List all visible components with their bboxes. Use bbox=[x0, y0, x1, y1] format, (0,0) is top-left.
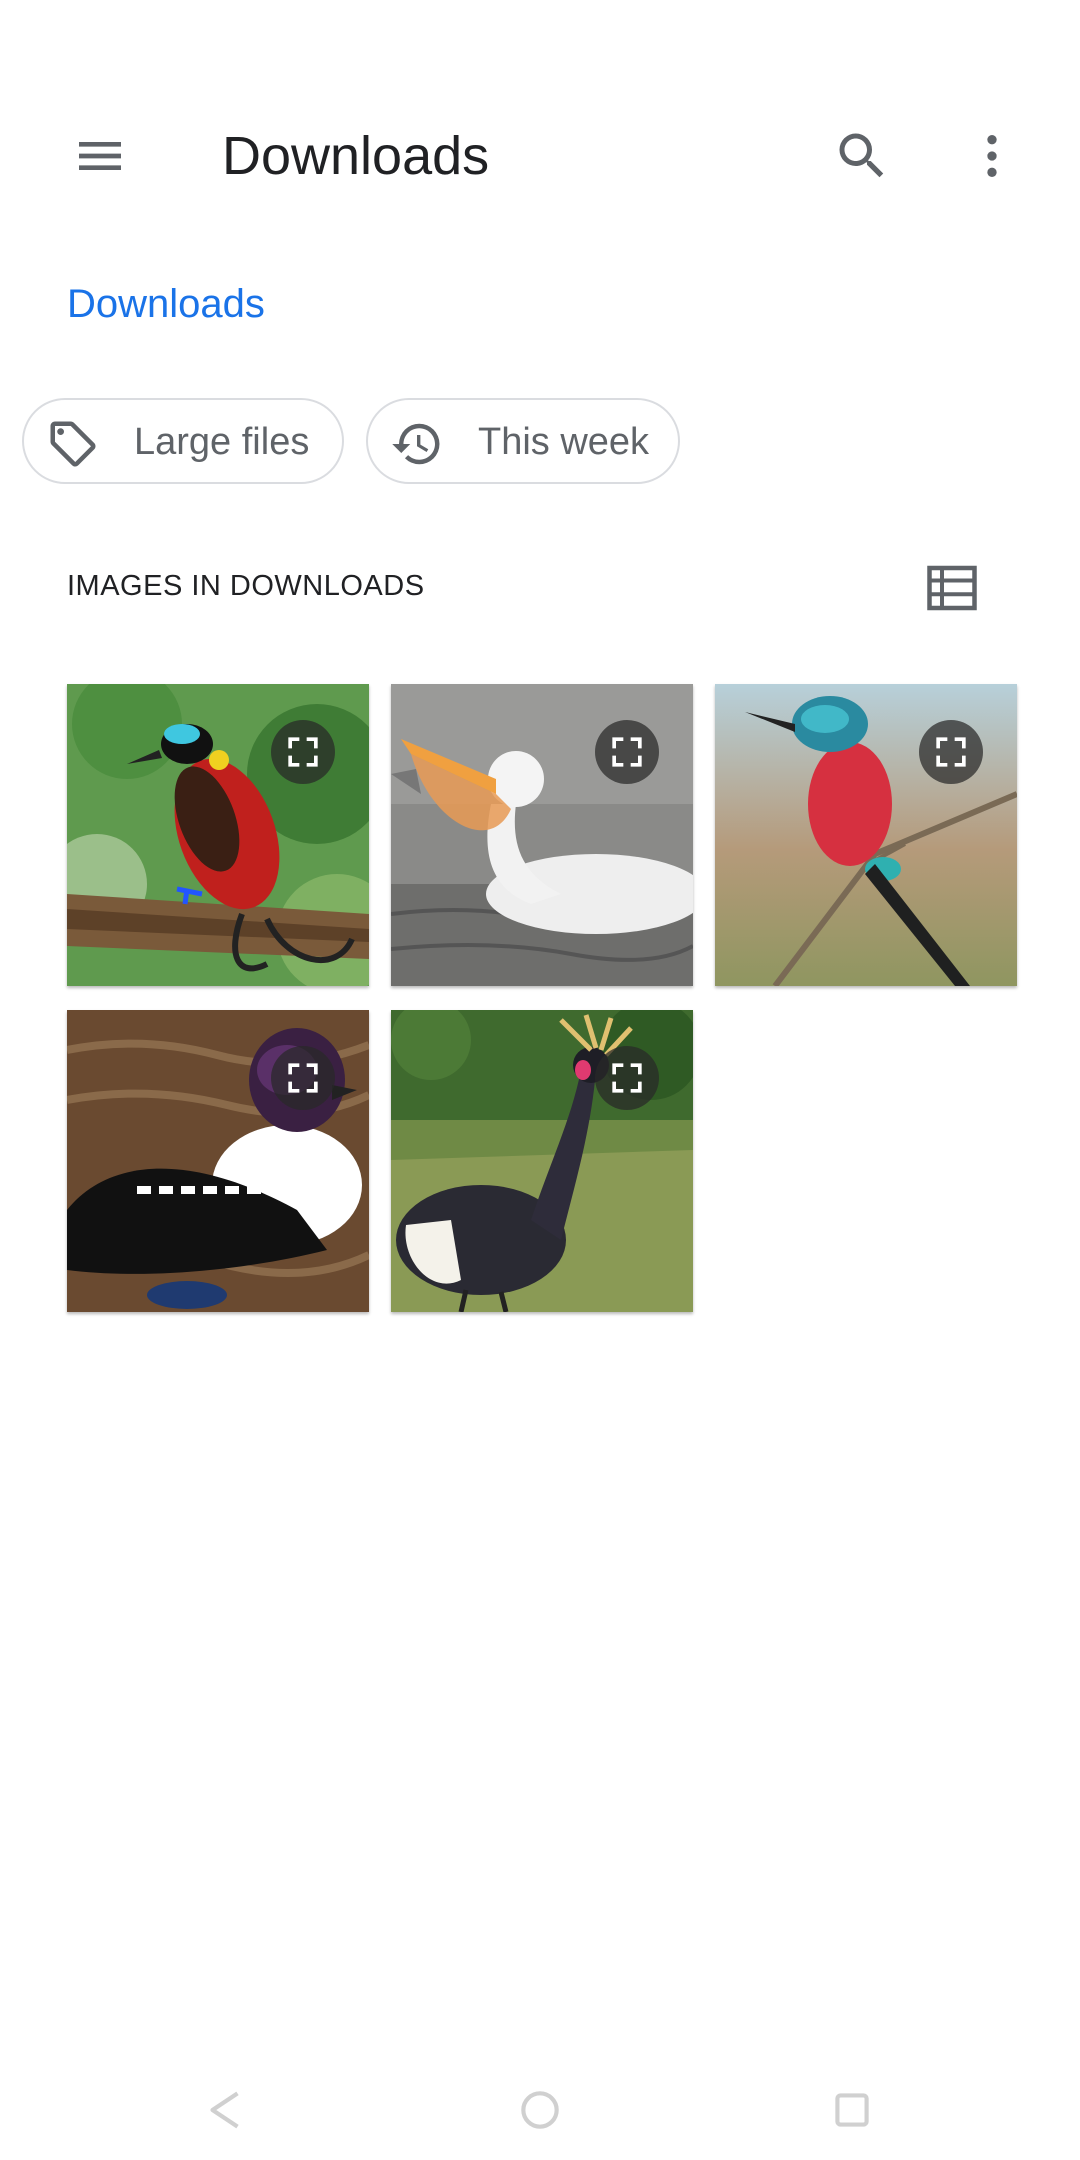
expand-icon bbox=[288, 737, 318, 767]
top-app-bar: Downloads bbox=[0, 100, 1080, 212]
image-thumbnail[interactable] bbox=[715, 684, 1017, 986]
page-title: Downloads bbox=[222, 126, 490, 186]
image-thumbnail[interactable] bbox=[67, 684, 369, 986]
view-toggle-button[interactable] bbox=[912, 548, 992, 628]
system-nav-bar bbox=[0, 2060, 1080, 2160]
more-options-button[interactable] bbox=[936, 100, 1048, 212]
tag-icon bbox=[50, 421, 96, 467]
back-button[interactable] bbox=[165, 2060, 285, 2160]
list-view-icon bbox=[927, 565, 977, 611]
history-icon bbox=[392, 423, 440, 465]
image-thumbnail[interactable] bbox=[391, 684, 693, 986]
image-thumbnail[interactable] bbox=[391, 1010, 693, 1312]
home-icon bbox=[521, 2091, 559, 2129]
back-icon bbox=[210, 2091, 239, 2129]
more-vertical-icon bbox=[987, 135, 997, 177]
chip-label: This week bbox=[478, 421, 650, 463]
expand-icon bbox=[288, 1063, 318, 1093]
expand-icon bbox=[936, 737, 966, 767]
chip-label: Large files bbox=[134, 421, 310, 463]
section-header: IMAGES IN DOWNLOADS bbox=[67, 570, 425, 602]
image-thumbnail[interactable] bbox=[67, 1010, 369, 1312]
expand-button[interactable] bbox=[271, 1046, 335, 1110]
home-button[interactable] bbox=[480, 2060, 600, 2160]
expand-icon bbox=[612, 737, 642, 767]
recents-icon bbox=[835, 2093, 869, 2127]
menu-button[interactable] bbox=[44, 100, 156, 212]
expand-button[interactable] bbox=[271, 720, 335, 784]
search-icon bbox=[839, 133, 884, 178]
expand-button[interactable] bbox=[595, 720, 659, 784]
expand-icon bbox=[612, 1063, 642, 1093]
hamburger-menu-icon bbox=[79, 142, 121, 170]
breadcrumb[interactable]: Downloads bbox=[67, 282, 265, 327]
expand-button[interactable] bbox=[595, 1046, 659, 1110]
chip-this-week[interactable]: This week bbox=[366, 398, 680, 484]
search-button[interactable] bbox=[806, 100, 918, 212]
chip-large-files[interactable]: Large files bbox=[22, 398, 344, 484]
recents-button[interactable] bbox=[792, 2060, 912, 2160]
expand-button[interactable] bbox=[919, 720, 983, 784]
